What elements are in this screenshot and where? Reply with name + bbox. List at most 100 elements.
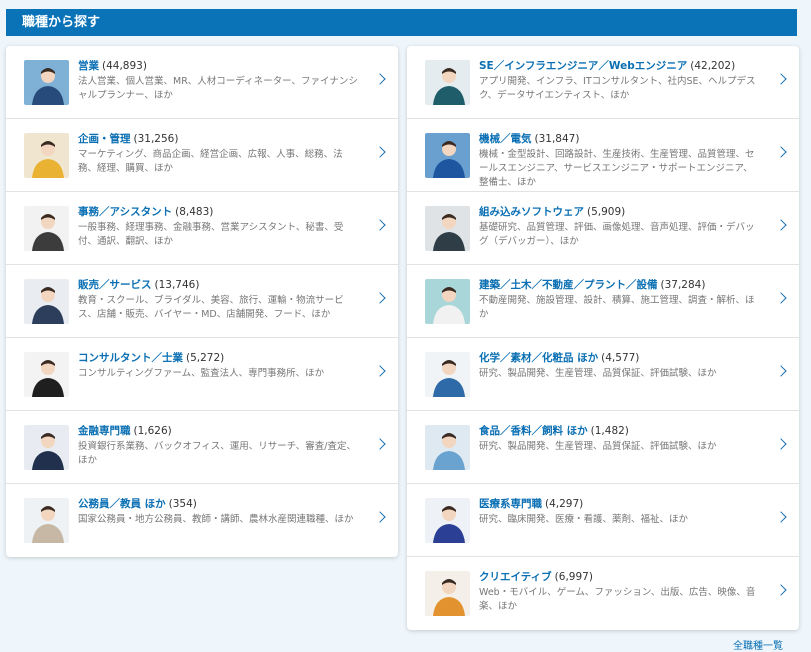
job-category-list-right: SE／インフラエンジニア／Webエンジニア (42,202) アプリ開発、インフラ、… [407,46,799,630]
job-category-heading: 組み込みソフトウェア (5,909) [479,205,759,219]
chemist-photo-icon [425,352,470,397]
chevron-right-icon[interactable] [775,73,787,85]
job-category-item[interactable]: 食品／香料／飼料 ほか (1,482) 研究、製品開発、生産管理、品質保証、評価試験… [407,411,799,484]
job-count: (4,297) [545,498,584,510]
finance-professional-photo-icon [24,425,69,470]
job-category-item[interactable]: 化学／素材／化粧品 ほか (4,577) 研究、製品開発、生産管理、品質保証、評価試… [407,338,799,411]
job-category-title-link[interactable]: 化学／素材／化粧品 ほか [479,352,598,364]
job-category-description: 教育・スクール、ブライダル、美容、旅行、運輸・物流サービス、店舗・販売、バイヤー… [78,295,344,320]
job-category-description: 法人営業、個人営業、MR、人材コーディネーター、ファイナンシャルプランナー、ほか [78,76,358,101]
job-category-description: 研究、製品開発、生産管理、品質保証、評価試験、ほか [479,368,717,379]
job-count: (37,284) [660,279,706,291]
job-category-title-link[interactable]: SE／インフラエンジニア／Webエンジニア [479,60,687,72]
businessman-phone-photo-icon [24,60,69,105]
medical-staff-photo-icon [425,498,470,543]
sales-staff-photo-icon [24,279,69,324]
job-count: (8,483) [175,206,214,218]
job-count: (1,626) [133,425,172,437]
section-header: 職種から探す [6,9,797,36]
job-category-title-link[interactable]: 営業 [78,60,99,72]
consultant-photo-icon [24,352,69,397]
job-category-description: 機械・金型設計、回路設計、生産技術、生産管理、品質管理、セールスエンジニア、サー… [479,149,755,188]
job-category-title-link[interactable]: コンサルタント／士業 [78,352,183,364]
chevron-right-icon[interactable] [374,365,386,377]
job-category-title-link[interactable]: 医療系専門職 [479,498,542,510]
job-count: (31,256) [133,133,179,145]
job-category-heading: 建築／土木／不動産／プラント／設備 (37,284) [479,278,759,292]
job-category-title-link[interactable]: 金融専門職 [78,425,131,437]
job-category-item[interactable]: 金融専門職 (1,626) 投資銀行系業務、バックオフィス、運用、リサーチ、審査/査… [6,411,398,484]
job-category-heading: 化学／素材／化粧品 ほか (4,577) [479,351,759,365]
job-category-description: アプリ開発、インフラ、ITコンサルタント、社内SE、ヘルプデスク、データサイエン… [479,76,756,101]
job-category-description: コンサルティングファーム、監査法人、専門事務所、ほか [78,368,325,379]
chevron-right-icon[interactable] [374,292,386,304]
job-category-heading: 金融専門職 (1,626) [78,424,358,438]
chevron-right-icon[interactable] [775,438,787,450]
job-category-title-link[interactable]: 建築／土木／不動産／プラント／設備 [479,279,658,291]
job-category-description: 基礎研究、品質管理、評価、画像処理、音声処理、評価・デバッグ（デバッガー）、ほか [479,222,755,247]
job-category-item[interactable]: 販売／サービス (13,746) 教育・スクール、ブライダル、美容、旅行、運輸・物流… [6,265,398,338]
engineer-laptop-photo-icon [425,60,470,105]
job-category-item[interactable]: 営業 (44,893) 法人営業、個人営業、MR、人材コーディネーター、ファイナンシ… [6,46,398,119]
chevron-right-icon[interactable] [775,292,787,304]
job-category-title-link[interactable]: 組み込みソフトウェア [479,206,584,218]
job-category-title-link[interactable]: 事務／アシスタント [78,206,172,218]
construction-worker-photo-icon [425,279,470,324]
job-count: (354) [168,498,197,510]
job-count: (5,909) [587,206,626,218]
job-count: (6,997) [554,571,593,583]
embedded-software-photo-icon [425,206,470,251]
job-category-heading: SE／インフラエンジニア／Webエンジニア (42,202) [479,59,759,73]
job-category-description: 研究、臨床開発、医療・看護、薬剤、福祉、ほか [479,514,689,525]
chevron-right-icon[interactable] [374,511,386,523]
teacher-photo-icon [24,498,69,543]
job-count: (5,272) [186,352,225,364]
all-job-categories-link[interactable]: 全職種一覧 [733,637,783,652]
job-category-description: 一般事務、経理事務、金融事務、営業アシスタント、秘書、受付、通訳、翻訳、ほか [78,222,344,247]
office-assistant-photo-icon [24,206,69,251]
chevron-right-icon[interactable] [775,219,787,231]
job-category-heading: 医療系専門職 (4,297) [479,497,759,511]
job-category-item[interactable]: 公務員／教員 ほか (354) 国家公務員・地方公務員、教師・講師、農林水産関連職種… [6,484,398,557]
job-category-description: 研究、製品開発、生産管理、品質保証、評価試験、ほか [479,441,717,452]
chevron-right-icon[interactable] [374,73,386,85]
food-researcher-photo-icon [425,425,470,470]
job-category-item[interactable]: 企画・管理 (31,256) マーケティング、商品企画、経営企画、広報、人事、総務、… [6,119,398,192]
job-category-title-link[interactable]: 機械／電気 [479,133,532,145]
job-category-item[interactable]: SE／インフラエンジニア／Webエンジニア (42,202) アプリ開発、インフラ、… [407,46,799,119]
job-category-item[interactable]: 機械／電気 (31,847) 機械・金型設計、回路設計、生産技術、生産管理、品質管理… [407,119,799,192]
job-category-title-link[interactable]: 企画・管理 [78,133,131,145]
job-count: (31,847) [534,133,580,145]
job-category-item[interactable]: 医療系専門職 (4,297) 研究、臨床開発、医療・看護、薬剤、福祉、ほか [407,484,799,557]
job-count: (42,202) [690,60,736,72]
job-category-description: 不動産開発、施設管理、設計、積算、施工管理、調査・解析、ほか [479,295,755,320]
chevron-right-icon[interactable] [775,146,787,158]
chevron-right-icon[interactable] [374,146,386,158]
job-category-description: マーケティング、商品企画、経営企画、広報、人事、総務、法務、経理、購買、ほか [78,149,343,174]
job-category-heading: 食品／香料／飼料 ほか (1,482) [479,424,759,438]
job-count: (1,482) [590,425,629,437]
mechanical-engineer-photo-icon [425,133,470,178]
job-count: (4,577) [601,352,640,364]
job-category-heading: コンサルタント／士業 (5,272) [78,351,358,365]
job-category-heading: 公務員／教員 ほか (354) [78,497,358,511]
job-category-item[interactable]: コンサルタント／士業 (5,272) コンサルティングファーム、監査法人、専門事務所… [6,338,398,411]
chevron-right-icon[interactable] [374,438,386,450]
chevron-right-icon[interactable] [775,511,787,523]
job-category-title-link[interactable]: 公務員／教員 ほか [78,498,166,510]
chevron-right-icon[interactable] [775,365,787,377]
job-category-title-link[interactable]: クリエイティブ [479,571,552,583]
job-category-item[interactable]: 組み込みソフトウェア (5,909) 基礎研究、品質管理、評価、画像処理、音声処理、… [407,192,799,265]
job-category-item[interactable]: クリエイティブ (6,997) Web・モバイル、ゲーム、ファッション、出版、広告、… [407,557,799,630]
job-category-title-link[interactable]: 食品／香料／飼料 ほか [479,425,588,437]
chevron-right-icon[interactable] [775,584,787,596]
job-category-description: 国家公務員・地方公務員、教師・講師、農林水産関連職種、ほか [78,514,354,525]
job-count: (13,746) [154,279,200,291]
job-category-heading: 事務／アシスタント (8,483) [78,205,358,219]
job-category-heading: クリエイティブ (6,997) [479,570,759,584]
job-count: (44,893) [102,60,147,72]
job-category-title-link[interactable]: 販売／サービス [78,279,152,291]
job-category-item[interactable]: 事務／アシスタント (8,483) 一般事務、経理事務、金融事務、営業アシスタント、… [6,192,398,265]
job-category-item[interactable]: 建築／土木／不動産／プラント／設備 (37,284) 不動産開発、施設管理、設計、積… [407,265,799,338]
chevron-right-icon[interactable] [374,219,386,231]
